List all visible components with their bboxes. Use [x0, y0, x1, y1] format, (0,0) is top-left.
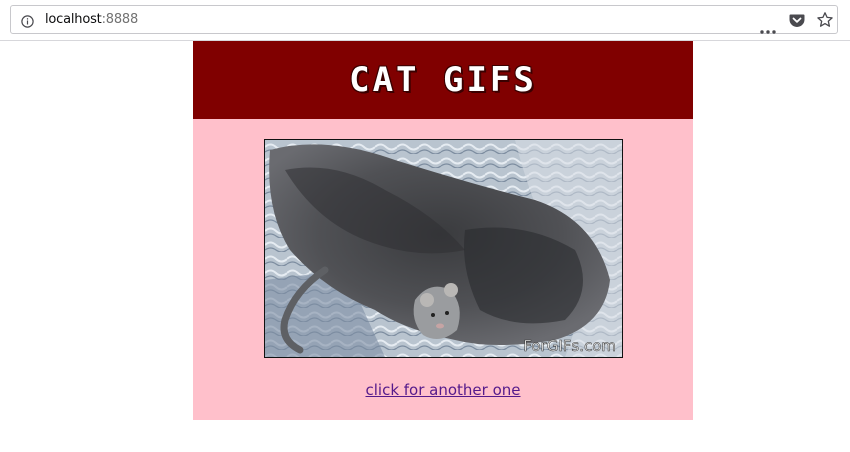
page-title: Cat GIFs	[349, 60, 537, 100]
browser-toolbar: localhost:8888	[0, 0, 850, 41]
url-port: :8888	[101, 12, 139, 27]
cat-gif-image: ForGIFs.com	[264, 139, 623, 358]
page-actions-icon[interactable]	[760, 19, 776, 34]
another-gif-link[interactable]: click for another one	[193, 381, 693, 399]
star-icon[interactable]	[816, 11, 834, 29]
url-text[interactable]: localhost:8888	[45, 12, 138, 27]
title-banner: Cat GIFs	[193, 41, 693, 119]
url-host: localhost	[45, 12, 102, 27]
gif-watermark: ForGIFs.com	[523, 337, 616, 355]
pocket-icon[interactable]	[789, 12, 805, 28]
url-bar[interactable]: localhost:8888	[10, 5, 838, 34]
cat-gif-card: Cat GIFs	[193, 41, 693, 420]
info-icon[interactable]	[21, 13, 34, 28]
